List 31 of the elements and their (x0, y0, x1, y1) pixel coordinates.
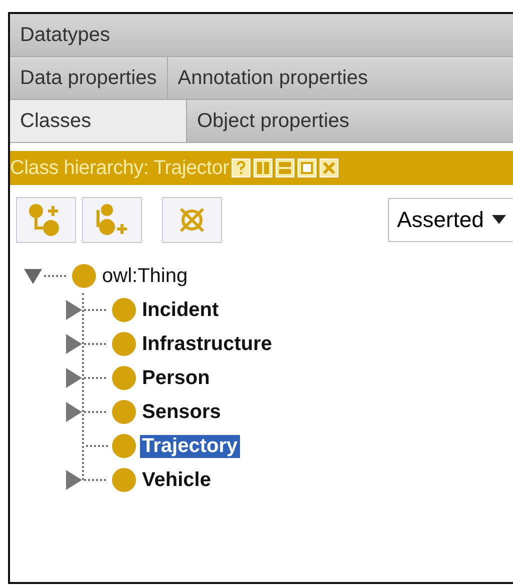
caret-icon (492, 215, 506, 225)
add-subclass-button[interactable] (16, 197, 76, 243)
class-icon (112, 400, 136, 424)
help-icon[interactable] (230, 158, 251, 178)
tab[interactable]: Data properties (10, 57, 168, 99)
class-icon (72, 264, 96, 288)
close-icon[interactable] (318, 158, 339, 178)
class-icon (112, 298, 136, 322)
hierarchy-dropdown[interactable]: Asserted (388, 198, 513, 242)
tab[interactable]: Annotation properties (168, 57, 513, 99)
tree-item[interactable]: Vehicle (140, 468, 213, 492)
add-sibling-button[interactable] (82, 197, 142, 243)
split-vertical-icon[interactable] (252, 158, 273, 178)
tab[interactable]: Datatypes (10, 14, 513, 56)
tree-item[interactable]: owl:Thing (100, 264, 190, 288)
tree-item[interactable]: Sensors (140, 400, 223, 424)
tree-item[interactable]: Infrastructure (140, 332, 274, 356)
class-icon (112, 434, 136, 458)
tab[interactable]: Classes (10, 100, 187, 142)
tree-item[interactable]: Trajectory (140, 434, 240, 458)
tree-item[interactable]: Incident (140, 298, 221, 322)
split-horizontal-icon[interactable] (274, 158, 295, 178)
class-icon (112, 332, 136, 356)
tab[interactable]: Object properties (187, 100, 513, 142)
maximize-icon[interactable] (296, 158, 317, 178)
view-title: Class hierarchy: Trajector (10, 156, 229, 180)
class-icon (112, 366, 136, 390)
tree-connector (86, 445, 108, 447)
delete-class-button[interactable] (162, 197, 222, 243)
class-icon (112, 468, 136, 492)
tree-item[interactable]: Person (140, 366, 212, 390)
